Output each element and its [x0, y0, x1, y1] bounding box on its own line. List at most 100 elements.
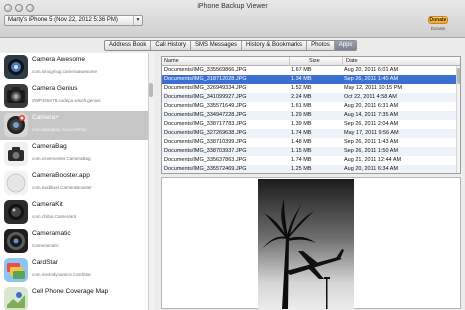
file-name: Documents/IMG_341099927.JPG: [164, 94, 247, 100]
file-table: Name Size Date Documents/IMG_335569866.J…: [161, 56, 461, 174]
file-size: 1.25 MB: [291, 166, 312, 172]
file-size: 1.34 MB: [291, 76, 312, 82]
tab-photos[interactable]: Photos: [307, 41, 335, 50]
camera-genius-icon: [4, 84, 28, 108]
app-list-item[interactable]: CameraBag com.nevercenter.CameraBag: [0, 140, 153, 169]
window-title: iPhone Backup Viewer: [197, 3, 268, 10]
file-size: 2.24 MB: [291, 94, 312, 100]
table-row[interactable]: Documents/IMG_338717783.JPG 1.39 MB Sep …: [162, 120, 456, 129]
column-header-name[interactable]: Name: [164, 58, 179, 64]
file-size: 1.67 MB: [291, 67, 312, 73]
file-name: Documents/IMG_327269638.JPG: [164, 130, 247, 136]
file-date: Oct 22, 2011 4:58 AM: [344, 94, 397, 100]
table-row[interactable]: Documents/IMG_334947228.JPG 1.29 MB Aug …: [162, 111, 456, 120]
tab-address-book[interactable]: Address Book: [105, 41, 152, 50]
chevron-down-icon[interactable]: ▼: [133, 16, 142, 25]
file-name: Documents/IMG_335637863.JPG: [164, 157, 247, 163]
table-row[interactable]: Documents/IMG_335572469.JPG 1.25 MB Aug …: [162, 165, 456, 173]
app-bundle-id: ZWPJ55S78.codepo.wisoft.genius: [32, 98, 101, 103]
tab-history-bookmarks[interactable]: History & Bookmarks: [242, 41, 308, 50]
file-size: 1.61 MB: [291, 103, 312, 109]
app-name: Cell Phone Coverage Map: [32, 288, 109, 295]
device-backup-select[interactable]: Marty's iPhone 5 (Nov 22, 2012 5:36 PM) …: [4, 15, 143, 26]
tab-call-history[interactable]: Call History: [151, 41, 192, 50]
device-select-value: Marty's iPhone 5 (Nov 22, 2012 5:36 PM): [8, 17, 118, 23]
file-date: Sep 26, 2011 1:40 AM: [344, 76, 399, 82]
camerabooster-icon: [4, 171, 28, 195]
table-row[interactable]: Documents/IMG_335571649.JPG 1.61 MB Aug …: [162, 102, 456, 111]
app-bundle-id: com.nevercenter.CameraBag: [32, 156, 91, 161]
camera-awesome-icon: [4, 55, 28, 79]
app-list-item-selected[interactable]: Camera+ com.taptaptap.CameraPlus: [0, 111, 153, 140]
column-divider[interactable]: [289, 57, 290, 66]
app-name: Cameramatic: [32, 230, 71, 237]
app-list-item[interactable]: CameraKit com.chibai.CameraKit: [0, 198, 153, 227]
tab-bar: Address Book Call History SMS Messages H…: [104, 40, 358, 51]
table-row[interactable]: Documents/IMG_341099927.JPG 2.24 MB Oct …: [162, 93, 456, 102]
file-date: Aug 20, 2011 6:01 AM: [344, 67, 399, 73]
table-row[interactable]: Documents/IMG_326949334.JPG 1.52 MB May …: [162, 84, 456, 93]
cardstar-icon: [4, 258, 28, 282]
app-name: Camera Genius: [32, 85, 78, 92]
app-name: Camera+: [32, 114, 59, 121]
file-table-scroll-thumb[interactable]: [457, 68, 460, 84]
table-row[interactable]: Documents/IMG_338703937.JPG 1.15 MB Sep …: [162, 147, 456, 156]
column-header-date[interactable]: Date: [346, 58, 358, 64]
app-bundle-id: com.taptaptap.CameraPlus: [32, 127, 87, 132]
table-row[interactable]: Documents/IMG_327269638.JPG 1.74 MB May …: [162, 129, 456, 138]
file-date: May 17, 2011 9:56 AM: [344, 130, 399, 136]
donate-label: Donate: [430, 26, 446, 31]
app-bundle-id: com.smugmug.cameraawesome: [32, 69, 98, 74]
camera-plus-icon: [4, 113, 28, 137]
table-header: Name Size Date: [162, 57, 460, 66]
file-name: Documents/IMG_326949334.JPG: [164, 85, 247, 91]
title-bar: iPhone Backup Viewer Marty's iPhone 5 (N…: [0, 0, 465, 38]
camerakit-icon: [4, 200, 28, 224]
file-name: Documents/IMG_338717783.JPG: [164, 121, 247, 127]
table-row[interactable]: Documents/IMG_335637863.JPG 1.74 MB Aug …: [162, 156, 456, 165]
app-list-item[interactable]: Camera Genius ZWPJ55S78.codepo.wisoft.ge…: [0, 82, 153, 111]
app-bundle-id: com.mesodynamics.CardStar: [32, 272, 92, 277]
cameramatic-icon: [4, 229, 28, 253]
file-size: 1.52 MB: [291, 85, 312, 91]
file-size: 1.74 MB: [291, 157, 312, 163]
app-name: CameraKit: [32, 201, 63, 208]
file-size: 1.48 MB: [291, 139, 312, 145]
column-header-size[interactable]: Size: [309, 58, 320, 64]
file-date: Aug 20, 2011 6:34 AM: [344, 166, 399, 172]
app-list-item[interactable]: CameraBooster.app com.mixblixel.CameraBo…: [0, 169, 153, 198]
app-bundle-id: com.chibai.CameraKit: [32, 214, 77, 219]
app-bundle-id: Cameramatic: [32, 243, 59, 248]
app-list-item[interactable]: CardStar com.mesodynamics.CardStar: [0, 256, 153, 285]
file-date: Aug 14, 2011 7:35 AM: [344, 112, 399, 118]
file-date: May 12, 2011 10:15 PM: [344, 85, 402, 91]
file-name: Documents/IMG_318712028.JPG: [164, 76, 247, 82]
tab-sms-messages[interactable]: SMS Messages: [191, 41, 243, 50]
app-name: Camera Awesome: [32, 56, 85, 63]
file-name: Documents/IMG_335571649.JPG: [164, 103, 247, 109]
app-list-item[interactable]: Cameramatic Cameramatic: [0, 227, 153, 256]
app-name: CardStar: [32, 259, 59, 266]
file-size: 1.15 MB: [291, 148, 312, 154]
file-name: Documents/IMG_334947228.JPG: [164, 112, 247, 118]
app-bundle-id: com.mixblixel.CameraBooster: [32, 185, 92, 190]
app-list-item[interactable]: Camera Awesome com.smugmug.cameraawesome: [0, 53, 153, 82]
file-date: Aug 21, 2011 12:44 AM: [344, 157, 402, 163]
table-row[interactable]: Documents/IMG_335569866.JPG 1.67 MB Aug …: [162, 66, 456, 75]
table-row[interactable]: Documents/IMG_338710399.JPG 1.48 MB Sep …: [162, 138, 456, 147]
app-list-scroll-thumb[interactable]: [149, 83, 153, 97]
file-date: Sep 26, 2011 1:43 AM: [344, 139, 399, 145]
image-preview-pane: [161, 177, 461, 309]
tab-apps[interactable]: Apps: [334, 41, 357, 50]
app-list-item[interactable]: Cell Phone Coverage Map: [0, 285, 153, 310]
file-name: Documents/IMG_335569866.JPG: [164, 67, 247, 73]
column-divider[interactable]: [342, 57, 343, 66]
file-size: 1.39 MB: [291, 121, 312, 127]
file-date: Aug 20, 2011 6:31 AM: [344, 103, 399, 109]
photo-preview: [258, 179, 354, 309]
donate-button[interactable]: Donate: [428, 16, 448, 24]
file-size: 1.74 MB: [291, 130, 312, 136]
file-date: Sep 26, 2011 2:04 AM: [344, 121, 399, 127]
table-row-selected[interactable]: Documents/IMG_318712028.JPG 1.34 MB Sep …: [162, 75, 456, 84]
file-date: Sep 26, 2011 1:50 AM: [344, 148, 399, 154]
